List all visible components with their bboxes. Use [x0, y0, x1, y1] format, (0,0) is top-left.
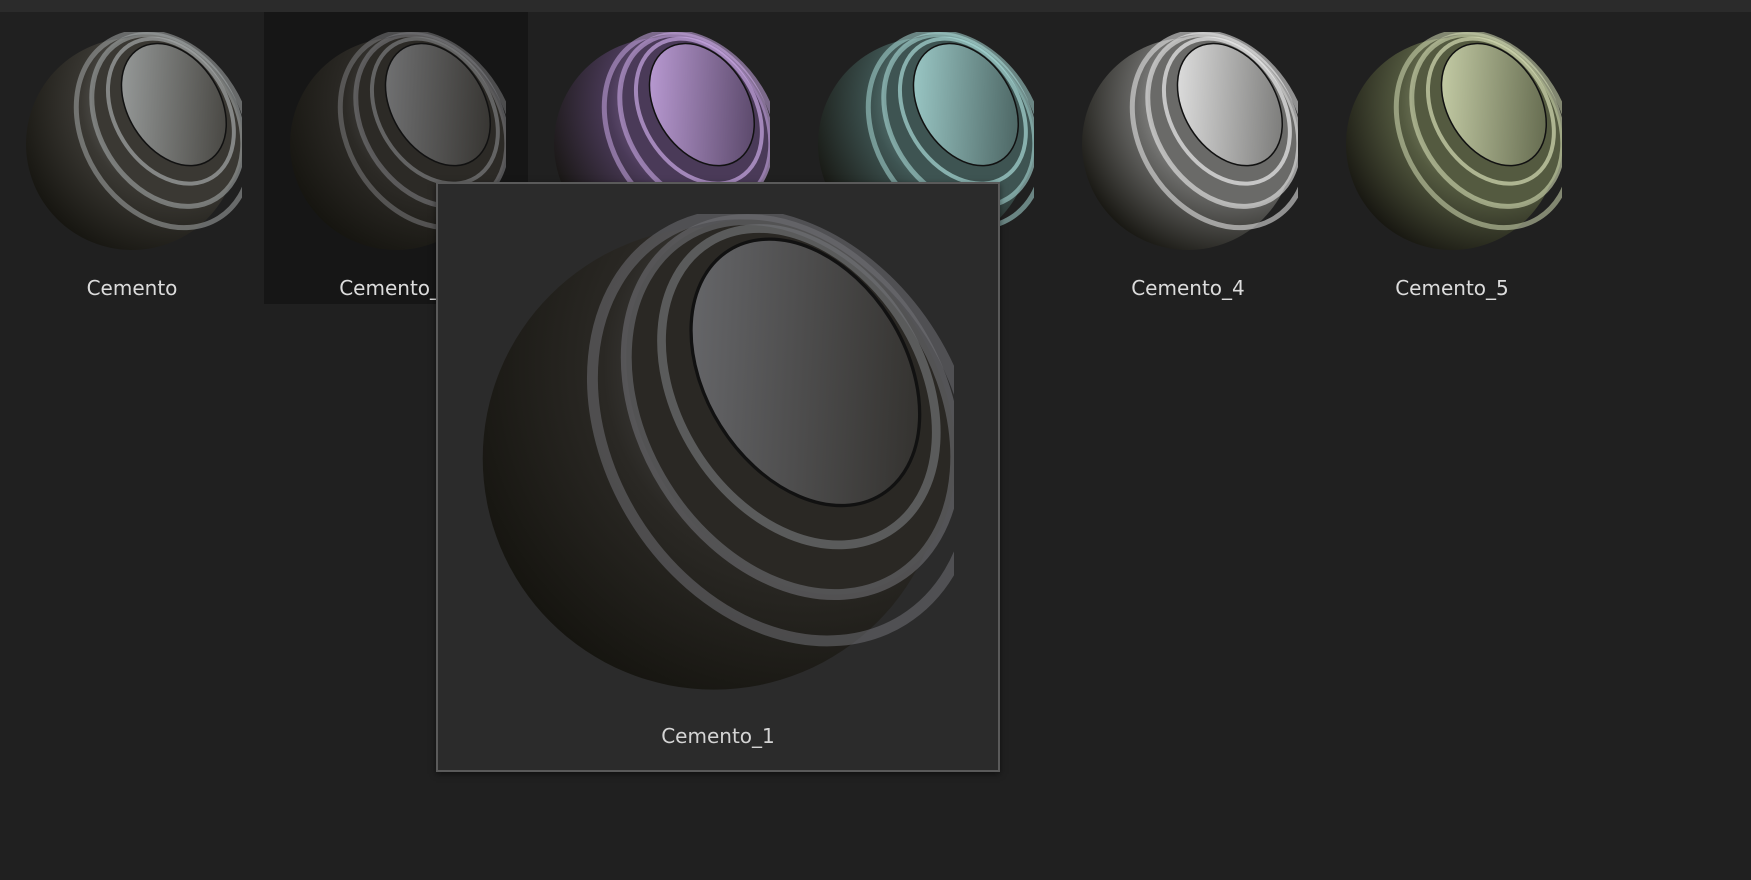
material-thumbnail-sphere [1346, 32, 1562, 250]
preview-popup: Cemento_1 [436, 182, 1000, 772]
material-tile[interactable]: Cemento [0, 12, 264, 304]
preview-label: Cemento_1 [661, 724, 775, 748]
top-bar [0, 0, 1751, 12]
material-preview-sphere [482, 214, 954, 690]
material-tile[interactable]: Cemento_4 [1056, 12, 1320, 304]
material-label: Cemento [86, 276, 178, 300]
material-thumbnail-sphere [1082, 32, 1298, 250]
material-tile[interactable]: Cemento_5 [1320, 12, 1584, 304]
material-label: Cemento_4 [1131, 276, 1245, 300]
material-thumbnail-sphere [26, 32, 242, 250]
material-label: Cemento_5 [1395, 276, 1509, 300]
